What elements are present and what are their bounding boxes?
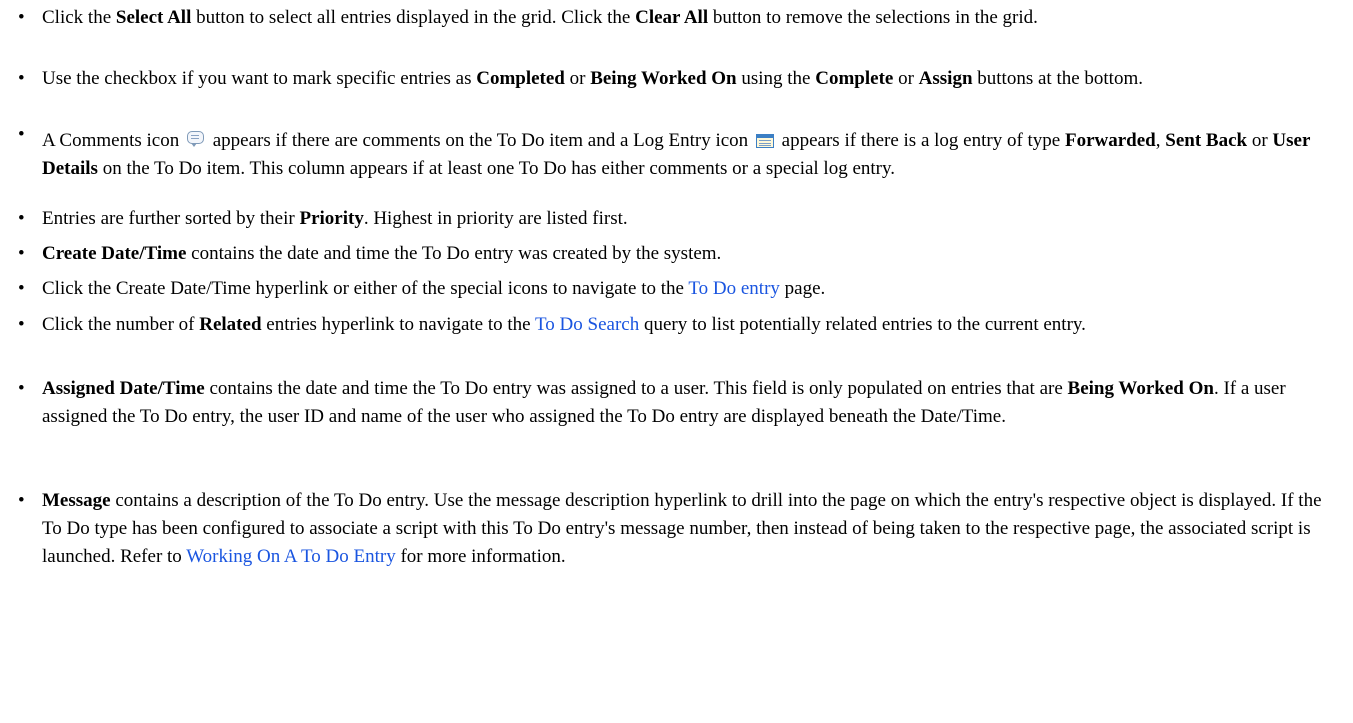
link-to-do-entry[interactable]: To Do entry: [688, 278, 780, 299]
text-run: query to list potentially related entrie…: [639, 314, 1086, 335]
text-run: button to remove the selections in the g…: [708, 7, 1038, 28]
bullet-marker: •: [18, 124, 25, 145]
bullet-marker: •: [18, 490, 25, 511]
text-run: Click the: [42, 7, 116, 28]
bold-term: Being Worked On: [1067, 378, 1214, 399]
bold-term: Assigned Date/Time: [42, 378, 205, 399]
text-run: ,: [1155, 130, 1166, 151]
list-item-text: Use the checkbox if you want to mark spe…: [42, 65, 1337, 93]
list-item-text: Assigned Date/Time contains the date and…: [42, 375, 1337, 431]
list-item-text: Click the number of Related entries hype…: [42, 311, 1337, 339]
text-run: button to select all entries displayed i…: [191, 7, 636, 28]
text-run: buttons at the bottom.: [972, 68, 1143, 89]
text-run: . Highest in priority are listed first.: [363, 208, 628, 229]
bullet-marker: •: [18, 7, 25, 28]
text-run: or: [1247, 130, 1273, 151]
list-item-text: Create Date/Time contains the date and t…: [42, 240, 1337, 268]
bold-term: Being Worked On: [590, 68, 737, 89]
list-item-text: Click the Create Date/Time hyperlink or …: [42, 275, 1337, 303]
bullet-marker: •: [18, 378, 25, 399]
text-run: on the To Do item. This column appears i…: [97, 158, 896, 179]
bold-term: Select All: [115, 7, 192, 28]
bold-term: Related: [199, 314, 262, 335]
comments-icon: [186, 131, 205, 148]
text-run: contains the date and time the To Do ent…: [204, 378, 1068, 399]
list-item-text: A Comments icon appears if there are com…: [42, 127, 1337, 183]
bullet-marker: •: [18, 314, 25, 335]
text-run: appears if there is a log entry of type: [776, 130, 1065, 151]
text-run: for more information.: [395, 546, 566, 567]
bold-term: Sent Back: [1165, 130, 1248, 151]
text-run: A Comments icon: [42, 130, 184, 151]
bold-term: Completed: [476, 68, 565, 89]
bold-term: Complete: [815, 68, 894, 89]
log-entry-icon: [755, 134, 774, 148]
link-working-on-a-to-do-entry[interactable]: Working On A To Do Entry: [186, 546, 395, 567]
text-run: using the: [736, 68, 816, 89]
text-run: entries hyperlink to navigate to the: [261, 314, 536, 335]
list-item-text: Click the Select All button to select al…: [42, 4, 1337, 32]
bold-term: Message: [42, 490, 111, 511]
text-run: Entries are further sorted by their: [42, 208, 300, 229]
list-item-text: Entries are further sorted by their Prio…: [42, 205, 1337, 233]
bullet-marker: •: [18, 278, 25, 299]
text-run: Click the number of: [42, 314, 200, 335]
bold-term: Assign: [918, 68, 973, 89]
bold-term: Clear All: [635, 7, 709, 28]
bold-term: Forwarded: [1064, 130, 1156, 151]
text-run: Click the Create Date/Time hyperlink or …: [42, 278, 689, 299]
text-run: page.: [779, 278, 826, 299]
text-run: contains the date and time the To Do ent…: [186, 243, 722, 264]
list-item-text: Message contains a description of the To…: [42, 487, 1337, 571]
text-run: or: [564, 68, 591, 89]
text-run: appears if there are comments on the To …: [207, 130, 753, 151]
bold-term: Priority: [299, 208, 364, 229]
text-run: Use the checkbox if you want to mark spe…: [42, 68, 477, 89]
bullet-marker: •: [18, 208, 25, 229]
link-to-do-search[interactable]: To Do Search: [535, 314, 639, 335]
bullet-marker: •: [18, 243, 25, 264]
bold-term: Create Date/Time: [42, 243, 187, 264]
bullet-marker: •: [18, 68, 25, 89]
text-run: or: [893, 68, 919, 89]
